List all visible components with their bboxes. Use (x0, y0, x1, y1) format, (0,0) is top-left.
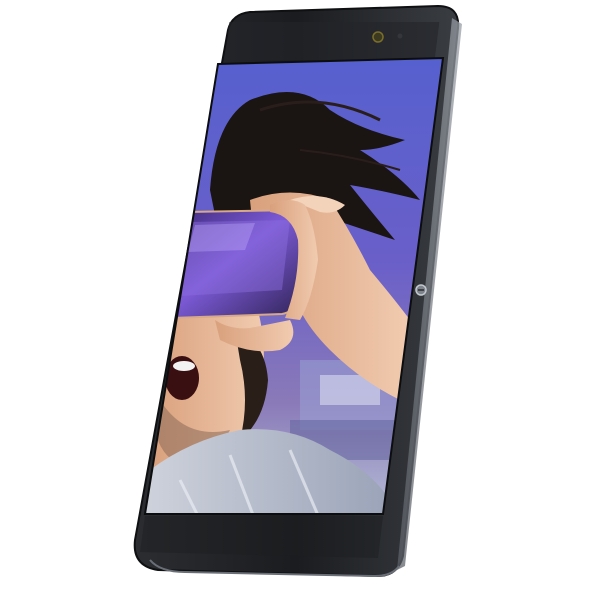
top-bezel (224, 22, 440, 60)
bottom-bezel (140, 516, 383, 558)
sensor-icon (397, 33, 403, 39)
product-image (0, 0, 599, 599)
front-camera-icon (372, 31, 384, 43)
phone-illustration (133, 4, 462, 578)
side-button-icon (415, 284, 427, 296)
